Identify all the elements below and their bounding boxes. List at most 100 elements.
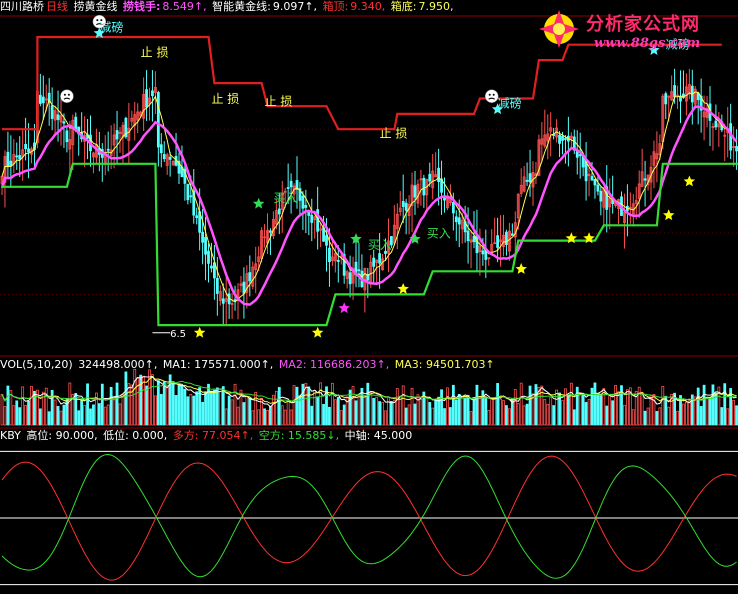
volume-bar bbox=[109, 386, 113, 426]
volume-bar bbox=[6, 385, 10, 426]
candle-body bbox=[454, 216, 458, 223]
volume-bar bbox=[316, 396, 320, 426]
chart-annotation: 减磅 bbox=[498, 96, 522, 111]
chart-annotation: 止 损 bbox=[265, 94, 293, 108]
volume-bar bbox=[546, 403, 550, 426]
line3-label: 箱顶: bbox=[322, 0, 349, 13]
volume-bar bbox=[65, 397, 69, 426]
ma-line-yellow bbox=[1, 91, 738, 303]
volume-bar bbox=[212, 389, 216, 426]
volume-bar bbox=[251, 410, 255, 426]
volume-bar bbox=[89, 408, 92, 426]
volume-bar bbox=[552, 405, 556, 426]
candle-body bbox=[451, 201, 455, 214]
candle-body bbox=[286, 187, 290, 189]
volume-bar bbox=[357, 395, 361, 426]
volume-bar bbox=[384, 410, 387, 426]
candle-body bbox=[41, 96, 45, 104]
candle-body bbox=[357, 269, 361, 272]
volume-bar bbox=[38, 408, 42, 426]
logo-title: 分析家公式网 bbox=[586, 14, 700, 35]
main-price-panel: 止 损止 损止 损止 损减磅减磅减磅买入买入买入6.5 bbox=[0, 14, 738, 357]
candle-body bbox=[215, 277, 219, 294]
volume-bar bbox=[478, 398, 482, 426]
volume-bar bbox=[242, 402, 246, 426]
volume-bar bbox=[596, 393, 600, 426]
volume-bar bbox=[97, 403, 101, 426]
candle-body bbox=[18, 155, 22, 160]
volume-bar bbox=[454, 399, 458, 426]
volume-bar bbox=[62, 404, 66, 426]
volume-bar bbox=[83, 405, 86, 426]
volume-bar bbox=[162, 381, 166, 426]
volume-bar bbox=[233, 383, 237, 426]
volume-bar bbox=[257, 409, 261, 426]
candle-body bbox=[590, 176, 594, 181]
volume-bar bbox=[159, 394, 163, 426]
volume-bar bbox=[274, 390, 278, 426]
volume-bar bbox=[201, 401, 205, 426]
volume-bar bbox=[363, 396, 367, 426]
volume-bar bbox=[322, 404, 325, 426]
volume-bar bbox=[330, 382, 334, 426]
volume-bar bbox=[496, 383, 500, 426]
volume-bar bbox=[513, 389, 517, 426]
candle-body bbox=[38, 94, 42, 104]
volume-bar bbox=[428, 402, 432, 426]
candle-body bbox=[679, 95, 682, 102]
candle-body bbox=[233, 299, 237, 302]
volume-bar bbox=[446, 387, 449, 426]
volume-bar bbox=[165, 385, 169, 426]
volume-bar bbox=[646, 407, 650, 426]
candle-body bbox=[578, 154, 582, 157]
volume-bar bbox=[292, 385, 296, 426]
candle-body bbox=[599, 190, 603, 202]
candle-body bbox=[325, 235, 328, 246]
volume-bar bbox=[224, 408, 228, 426]
candle-body bbox=[159, 144, 163, 154]
candle-body bbox=[714, 120, 718, 128]
volume-bar bbox=[145, 385, 148, 426]
volume-bar bbox=[664, 395, 668, 426]
volume-bar bbox=[351, 386, 355, 426]
chart-annotation: 止 损 bbox=[211, 92, 239, 106]
volume-bar bbox=[47, 411, 51, 426]
volume-bar bbox=[543, 399, 547, 426]
candle-body bbox=[248, 272, 252, 282]
vol-ma2: MA2: 116686.203↑, bbox=[278, 358, 390, 371]
candle-body bbox=[210, 265, 213, 269]
kby-low: 低位: 0.000, bbox=[103, 429, 168, 442]
star-icon bbox=[663, 209, 675, 221]
smiley-eye bbox=[492, 93, 495, 96]
volume-bar bbox=[183, 388, 187, 426]
candle-body bbox=[301, 195, 305, 209]
volume-bar bbox=[9, 390, 13, 426]
volume-bar bbox=[378, 401, 382, 426]
candle-body bbox=[528, 173, 532, 183]
candle-body bbox=[151, 90, 154, 97]
volume-bar bbox=[425, 396, 429, 426]
volume-bar bbox=[59, 410, 63, 426]
star-icon bbox=[397, 283, 409, 294]
volume-bar bbox=[410, 387, 414, 426]
candle-body bbox=[593, 178, 597, 186]
volume-bar bbox=[21, 386, 25, 426]
volume-bar bbox=[469, 411, 473, 426]
volume-bar bbox=[271, 394, 275, 426]
volume-bar bbox=[705, 398, 709, 426]
volume-bar bbox=[118, 403, 122, 426]
candle-body bbox=[310, 214, 314, 223]
volume-bar bbox=[333, 399, 337, 426]
volume-bar bbox=[142, 375, 146, 426]
volume-bar bbox=[528, 385, 532, 426]
star-icon bbox=[193, 326, 206, 338]
volume-bar bbox=[307, 386, 311, 426]
kby-high: 高位: 90.000, bbox=[26, 429, 98, 442]
volume-bar bbox=[133, 369, 137, 426]
smiley-eye bbox=[96, 19, 99, 22]
candle-body bbox=[481, 250, 485, 255]
volume-bar bbox=[366, 382, 370, 426]
candle-body bbox=[189, 195, 193, 198]
candle-body bbox=[378, 253, 382, 264]
candle-body bbox=[596, 184, 600, 192]
